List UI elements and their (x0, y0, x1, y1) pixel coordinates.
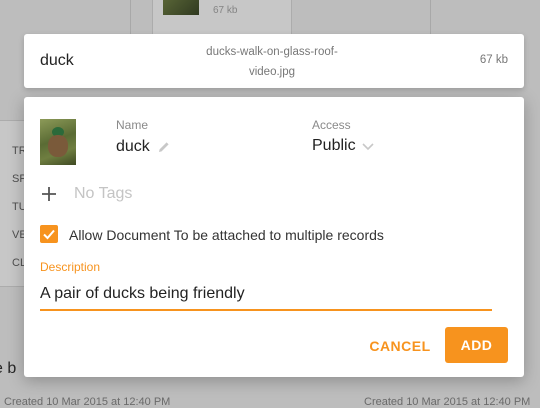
checkbox-label[interactable]: Allow Document To be attached to multipl… (69, 227, 384, 243)
checkmark-icon (43, 229, 55, 240)
description-underline (40, 309, 492, 311)
file-title: duck (40, 52, 74, 69)
cancel-button[interactable]: CANCEL (360, 329, 440, 363)
access-label: Access (312, 118, 351, 132)
file-info-card: duck ducks-walk-on-glass-roof-video.jpg … (24, 34, 524, 88)
description-field[interactable]: A pair of ducks being friendly (40, 285, 245, 303)
file-name: ducks-walk-on-glass-roof-video.jpg (206, 46, 338, 78)
duck-image-body (48, 135, 68, 157)
name-field[interactable]: duck (116, 138, 150, 156)
document-thumbnail (40, 119, 76, 165)
access-select[interactable]: Public (312, 137, 356, 155)
add-button[interactable]: ADD (445, 327, 508, 363)
tags-placeholder[interactable]: No Tags (74, 185, 132, 203)
edit-document-dialog: Name duck Access Public No Tags Allow Do… (24, 97, 524, 377)
add-tag-icon[interactable] (40, 185, 58, 203)
chevron-down-icon[interactable] (362, 141, 374, 151)
allow-multiple-records-checkbox[interactable] (40, 225, 58, 243)
name-label: Name (116, 118, 149, 132)
file-size: 67 kb (479, 54, 508, 66)
description-label: Description (40, 260, 101, 274)
pencil-icon[interactable] (158, 141, 170, 153)
